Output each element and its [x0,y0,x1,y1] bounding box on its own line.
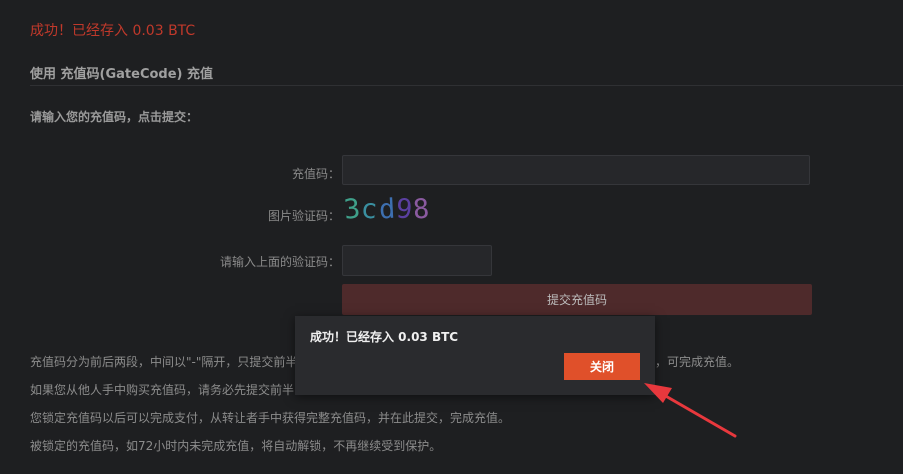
submit-gatecode-button[interactable]: 提交充值码 [342,284,812,315]
form-prompt: 请输入您的充值码，点击提交： [30,110,199,124]
code-label: 充值码： [291,167,340,181]
success-modal: 成功！已经存入 0.03 BTC 关闭 [295,316,655,395]
captcha-char: 8 [412,193,432,226]
captcha-image[interactable]: 3cd98 [342,193,432,226]
info-line-1-tail: ，可完成充值。 [655,355,740,369]
info-line-4: 被锁定的充值码，如72小时内未完成充值，将自动解锁，不再继续受到保护。 [30,439,442,453]
section-divider [30,85,903,86]
success-message: 成功！已经存入 0.03 BTC [30,23,196,39]
captcha-char: c [360,193,380,226]
info-line-2: 如果您从他人手中购买充值码，请务必先提交前半 [30,383,295,397]
section-title: 使用 充值码(GateCode) 充值 [30,67,214,82]
close-button[interactable]: 关闭 [564,353,640,380]
info-line-3: 您锁定充值码以后可以完成支付，从转让者手中获得完整充值码，并在此提交，完成充值。 [30,411,511,425]
captcha-label: 图片验证码： [267,209,340,223]
verify-label: 请输入上面的验证码： [219,255,340,269]
modal-message: 成功！已经存入 0.03 BTC [310,330,459,344]
gatecode-input[interactable] [342,155,810,185]
captcha-input[interactable] [342,245,492,276]
info-line-1: 充值码分为前后两段，中间以"-"隔开，只提交前半 [30,355,298,369]
captcha-char: d [377,193,397,226]
